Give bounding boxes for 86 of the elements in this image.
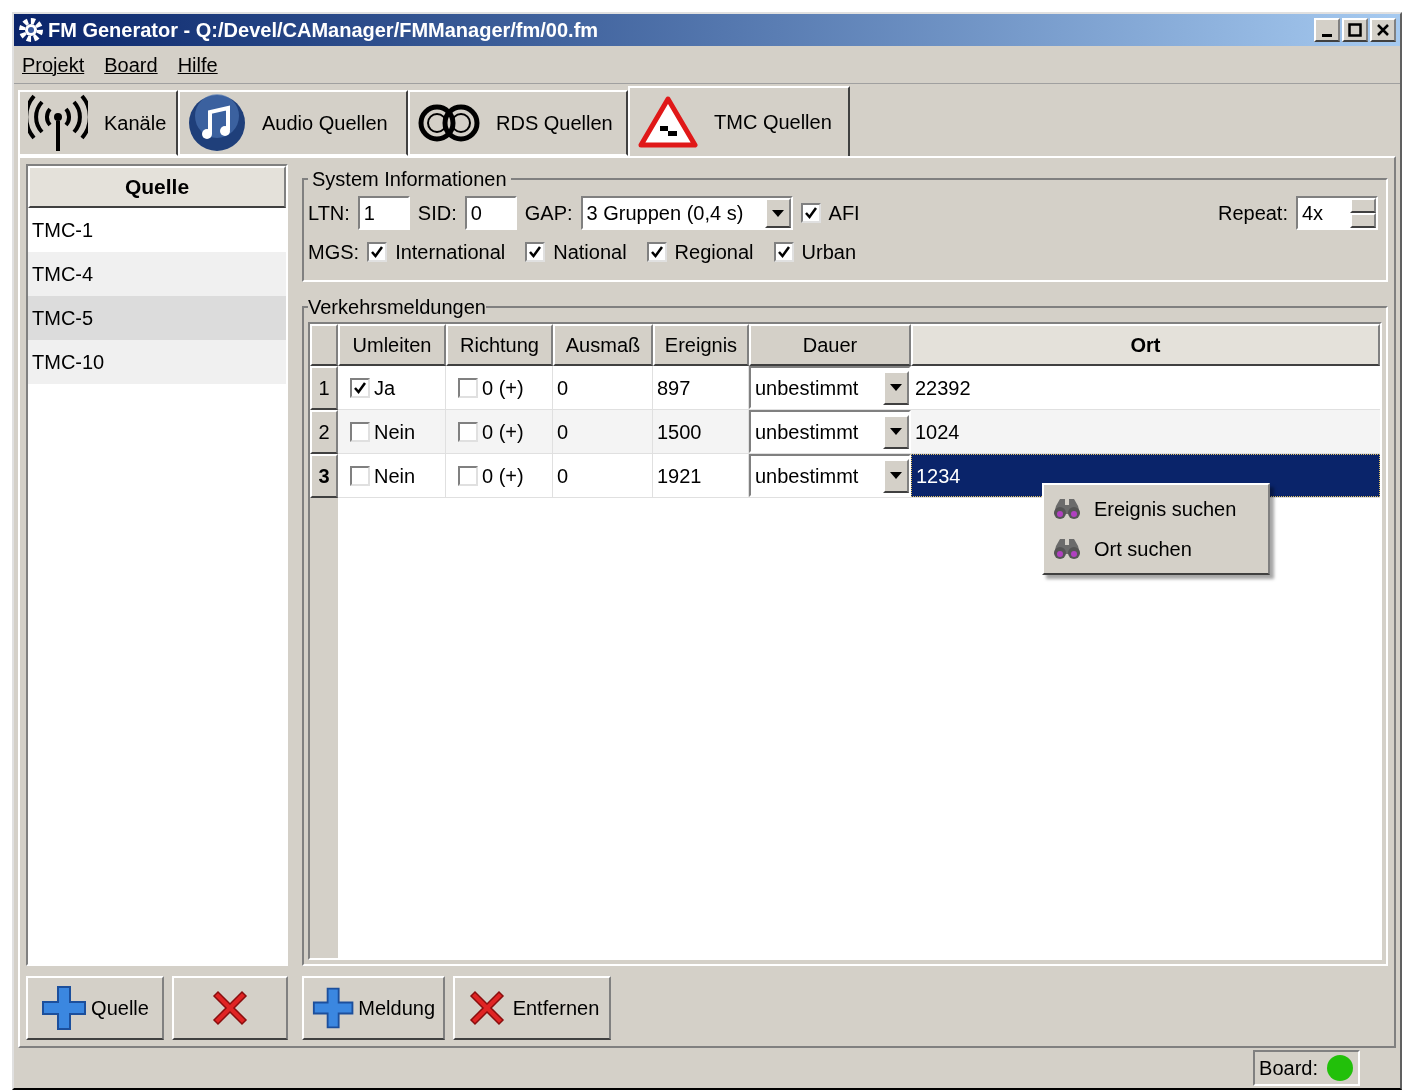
- field-label: LTN:: [308, 201, 350, 226]
- maximize-icon: [1348, 23, 1362, 37]
- row-header[interactable]: 1: [310, 366, 338, 410]
- add-button[interactable]: Meldung: [302, 976, 445, 1040]
- caret-icon: [890, 428, 902, 435]
- table-cell: 0: [553, 366, 653, 409]
- tab[interactable]: Audio Quellen: [178, 90, 408, 156]
- checkbox-label: AFI: [828, 201, 860, 226]
- table-cell: 0: [553, 410, 653, 453]
- field-label: Repeat:: [1217, 201, 1288, 226]
- tab[interactable]: RDS Quellen: [408, 90, 628, 156]
- column-header[interactable]: Ereignis: [653, 324, 749, 366]
- field-label: GAP:: [524, 201, 573, 226]
- field-label: MGS:: [308, 240, 360, 265]
- table-cell: 0: [553, 454, 653, 497]
- minimize-button[interactable]: [1314, 18, 1340, 42]
- remove-button[interactable]: Entfernen: [453, 976, 611, 1040]
- checkbox[interactable]: [800, 203, 821, 223]
- repeat-spinbox[interactable]: 4x: [1296, 196, 1378, 230]
- checkbox[interactable]: [458, 421, 478, 442]
- checkbox[interactable]: [458, 465, 478, 486]
- status-label: Board:: [1259, 1056, 1318, 1081]
- field-label: SID:: [417, 201, 457, 226]
- binoculars-icon: [1052, 538, 1082, 560]
- maximize-button[interactable]: [1342, 18, 1368, 42]
- menu-item[interactable]: Board: [104, 49, 158, 80]
- table-cell[interactable]: 0 (+): [446, 454, 553, 497]
- column-header[interactable]: Richtung: [446, 324, 553, 366]
- row-header[interactable]: 2: [310, 410, 338, 454]
- close-button[interactable]: [1370, 18, 1396, 42]
- checkbox-label: Regional: [674, 240, 754, 265]
- column-header[interactable]: Ort: [911, 324, 1380, 366]
- checkbox-label: International: [395, 240, 506, 265]
- tab[interactable]: Kanäle: [18, 90, 178, 156]
- caret-icon: [771, 209, 784, 217]
- sid-field[interactable]: 0: [464, 196, 517, 230]
- checkbox-label: National: [553, 240, 627, 265]
- group-title: System Informationen: [311, 167, 508, 192]
- list-item[interactable]: TMC-4: [28, 252, 286, 296]
- checkbox[interactable]: [350, 465, 370, 486]
- music-note-icon: [188, 94, 246, 152]
- minimize-icon: [1322, 34, 1332, 37]
- table-cell[interactable]: Ja: [338, 366, 446, 409]
- checkbox[interactable]: [773, 242, 794, 262]
- window-title: FM Generator - Q:/Devel/CAManager/FMManager/fm/00.fm: [48, 18, 599, 43]
- warning-sign-icon: [638, 96, 698, 148]
- column-header[interactable]: Ausmaß: [553, 324, 653, 366]
- gap-dropdown[interactable]: 3 Gruppen (0,4 s): [580, 196, 793, 230]
- add-button[interactable]: Quelle: [26, 976, 164, 1040]
- checkbox[interactable]: [367, 242, 388, 262]
- table-cell-text: 22392: [914, 375, 972, 401]
- row-header[interactable]: 3: [310, 454, 338, 498]
- table-cell-text: 1024: [914, 419, 961, 445]
- menu-item[interactable]: Projekt: [22, 49, 85, 80]
- column-header[interactable]: Umleiten: [338, 324, 446, 366]
- gear-icon: [18, 17, 44, 43]
- column-header: Quelle: [28, 166, 286, 208]
- plus-icon: [41, 985, 88, 1031]
- binoculars-icon: [1052, 498, 1082, 520]
- menu-item[interactable]: Ort suchen: [1044, 529, 1268, 569]
- table-cell[interactable]: 0 (+): [446, 410, 553, 453]
- list-item[interactable]: TMC-10: [28, 340, 286, 384]
- column-header[interactable]: Dauer: [749, 324, 911, 366]
- ltn-field[interactable]: 1: [357, 196, 410, 230]
- menu-item[interactable]: Hilfe: [177, 49, 218, 80]
- duration-dropdown[interactable]: unbestimmt: [749, 366, 911, 409]
- table-cell[interactable]: Nein: [338, 454, 446, 497]
- duration-dropdown[interactable]: unbestimmt: [749, 410, 911, 453]
- plus-icon: [312, 985, 355, 1031]
- table-cell[interactable]: 0 (+): [446, 366, 553, 409]
- table-cell[interactable]: Nein: [338, 410, 446, 453]
- close-icon: [1376, 23, 1390, 37]
- checkbox[interactable]: [458, 377, 478, 398]
- checkbox-label: Urban: [801, 240, 857, 265]
- list-item[interactable]: TMC-5: [28, 296, 286, 340]
- tab[interactable]: TMC Quellen: [628, 86, 850, 156]
- group-title: Verkehrsmeldungen: [308, 295, 486, 320]
- remove-button[interactable]: [172, 976, 288, 1040]
- checkbox[interactable]: [646, 242, 667, 262]
- checkbox[interactable]: [350, 377, 370, 398]
- checkbox[interactable]: [525, 242, 546, 262]
- duration-dropdown[interactable]: unbestimmt: [749, 454, 911, 497]
- caret-icon: [890, 384, 902, 391]
- antenna-icon: [28, 93, 88, 153]
- checkbox[interactable]: [350, 421, 370, 442]
- caret-icon: [890, 472, 902, 479]
